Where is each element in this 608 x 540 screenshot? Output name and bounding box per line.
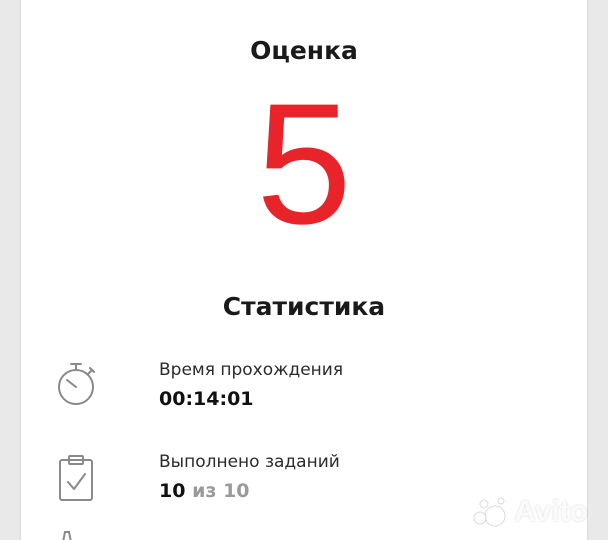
tasks-separator: из — [192, 480, 217, 502]
partial-icon — [62, 531, 72, 540]
avito-watermark-text: Avito — [514, 495, 588, 528]
grade-value: 5 — [256, 68, 352, 260]
grade-title: Оценка — [250, 36, 358, 65]
stat-label-time: Время прохождения — [159, 360, 344, 380]
clipboard-check-icon — [59, 455, 93, 501]
tasks-done: 10 — [159, 480, 186, 502]
stat-value-time: 00:14:01 — [159, 388, 254, 410]
stat-row-time: Время прохождения 00:14:01 — [55, 360, 567, 420]
tasks-total: 10 — [223, 480, 250, 502]
stat-value-tasks: 10 из 10 — [159, 480, 250, 502]
stopwatch-icon — [58, 363, 95, 405]
statistics-title: Статистика — [222, 292, 386, 321]
avito-logo-icon — [473, 497, 506, 527]
stat-label-tasks: Выполнено заданий — [159, 452, 340, 472]
avito-watermark: Avito — [470, 494, 588, 530]
result-card: Оценка 5 Статистика Время прохождения 00… — [20, 0, 588, 540]
